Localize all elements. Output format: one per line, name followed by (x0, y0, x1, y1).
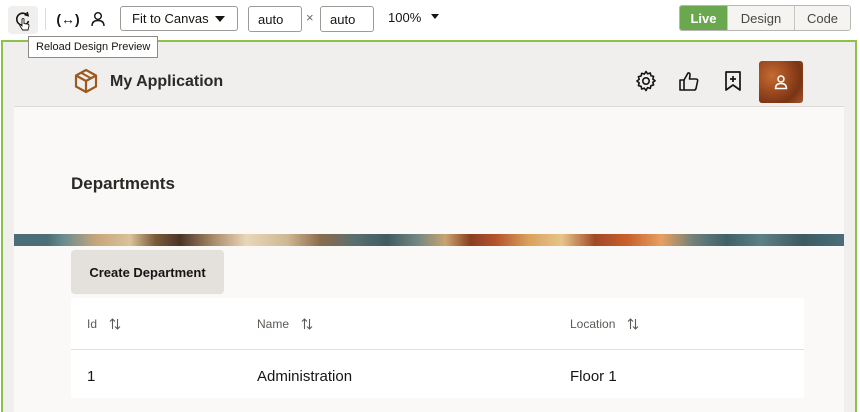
mode-code-button[interactable]: Code (794, 6, 850, 30)
bookmark-add-icon[interactable] (721, 69, 745, 93)
table-header: Id Name Location (71, 298, 804, 350)
design-canvas: My Application Departments Create Depart… (1, 40, 857, 412)
app-header: My Application (14, 54, 844, 107)
width-input[interactable] (248, 6, 302, 32)
times-symbol: × (306, 10, 314, 25)
app-title: My Application (110, 73, 224, 90)
cell-name: Administration (257, 368, 353, 385)
user-role-button[interactable] (87, 8, 109, 30)
thumbs-up-icon[interactable] (677, 69, 701, 93)
sort-icon[interactable] (627, 317, 639, 331)
app-preview: My Application Departments Create Depart… (14, 54, 844, 412)
cell-location: Floor 1 (570, 368, 617, 385)
designer-toolbar: (↔) Fit to Canvas × 100% Live Design Cod… (0, 0, 860, 40)
column-header-id[interactable]: Id (87, 317, 121, 331)
zoom-level[interactable]: 100% (388, 10, 421, 25)
toolbar-separator (45, 8, 46, 30)
column-label: Id (87, 317, 98, 331)
reload-tooltip: Reload Design Preview (28, 36, 159, 58)
caret-down-icon (215, 16, 225, 22)
avatar[interactable] (759, 61, 803, 103)
mode-live-button[interactable]: Live (680, 6, 727, 30)
column-label: Location (570, 317, 616, 331)
reload-preview-button[interactable] (8, 6, 38, 34)
column-header-location[interactable]: Location (570, 317, 639, 331)
avatar-user-icon (774, 75, 788, 90)
mode-switcher: Live Design Code (679, 5, 851, 31)
mode-design-button[interactable]: Design (727, 6, 794, 30)
column-label: Name (257, 317, 290, 331)
box-logo-icon (74, 68, 98, 94)
decorative-banner (14, 234, 844, 246)
cell-id: 1 (87, 368, 96, 385)
fit-to-canvas-select[interactable]: Fit to Canvas (120, 6, 238, 31)
page-title: Departments (71, 174, 175, 193)
height-input[interactable] (320, 6, 374, 32)
sort-icon[interactable] (109, 317, 121, 331)
column-header-name[interactable]: Name (257, 317, 313, 331)
reload-icon (16, 11, 30, 31)
sort-icon[interactable] (301, 317, 313, 331)
departments-table: Id Name Location 1 Administration Floor … (71, 298, 804, 398)
variables-button[interactable]: (↔) (56, 8, 80, 30)
fit-select-value: Fit to Canvas (132, 11, 209, 26)
gear-icon[interactable] (634, 69, 658, 93)
user-icon (91, 12, 105, 27)
create-department-button[interactable]: Create Department (71, 250, 224, 294)
zoom-caret-down-icon[interactable] (431, 14, 439, 19)
table-row[interactable]: 1 Administration Floor 1 (71, 350, 804, 398)
variables-icon: (↔) (56, 11, 80, 27)
